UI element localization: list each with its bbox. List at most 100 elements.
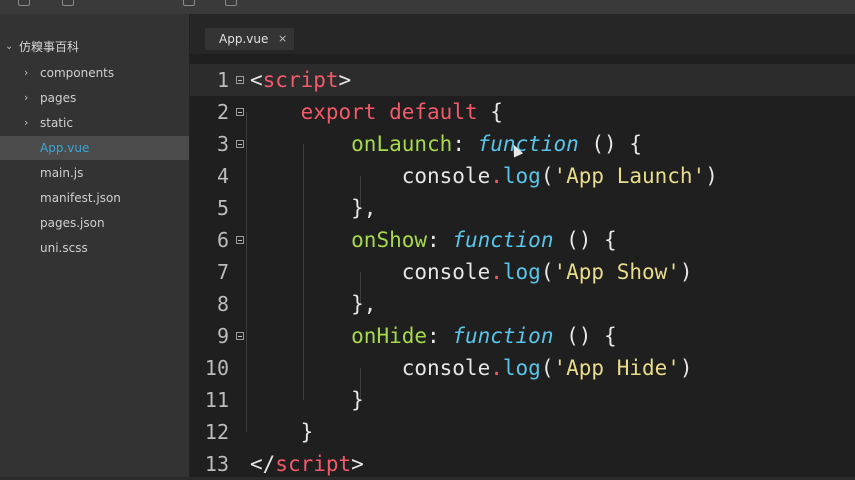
code-editor[interactable]: App.vue × 1 <script> 2 export default {3 o… [190, 14, 855, 477]
code-token: ) [679, 356, 693, 380]
chevron-right-icon[interactable]: › [24, 61, 28, 85]
code-token: () { [578, 132, 642, 156]
line-number: 8 [216, 292, 229, 316]
tree-item-label: main.js [40, 166, 84, 180]
code-token: { [477, 100, 503, 124]
code-line[interactable]: 13 </script> [190, 448, 855, 480]
fold-toggle-icon[interactable] [236, 140, 244, 148]
code-token: script [275, 452, 352, 476]
folder-item[interactable]: › components [0, 61, 189, 85]
fold-toggle-icon[interactable] [236, 236, 244, 244]
code-text: } [250, 416, 314, 448]
toolbar-icon[interactable] [183, 0, 195, 6]
fold-toggle-icon[interactable] [236, 76, 244, 84]
tree-item-label: manifest.json [40, 191, 121, 205]
code-token: export [300, 100, 377, 124]
code-token: function [477, 132, 579, 156]
project-root[interactable]: ⌄ 仿糗事百科 [0, 36, 189, 58]
code-token: ( [540, 260, 554, 284]
code-line[interactable]: 2 export default { [190, 96, 855, 128]
code-line[interactable]: 6 onShow: function () { [190, 224, 855, 256]
code-token: console [401, 164, 491, 188]
code-line[interactable]: 8 }, [190, 288, 855, 320]
code-text: }, [250, 288, 376, 320]
file-item[interactable]: manifest.json [0, 186, 189, 210]
folder-item[interactable]: › pages [0, 86, 189, 110]
file-item[interactable]: uni.scss [0, 236, 189, 260]
code-token: . [490, 164, 503, 188]
line-number: 13 [204, 452, 229, 476]
code-token: console [401, 260, 491, 284]
fold-toggle-icon[interactable] [236, 332, 244, 340]
code-token: 'App Launch' [553, 164, 706, 188]
chevron-right-icon[interactable]: › [24, 111, 28, 135]
code-text: console.log('App Launch') [250, 160, 718, 192]
file-item[interactable]: App.vue [0, 136, 189, 160]
code-token: ) [705, 164, 718, 188]
toolbar-icon[interactable] [225, 0, 237, 6]
code-token: default [389, 100, 478, 124]
close-icon[interactable]: × [278, 28, 287, 50]
code-token: ) [679, 260, 693, 284]
code-token: . [490, 356, 503, 380]
tree-item-label: components [40, 66, 115, 80]
file-item[interactable]: pages.json [0, 211, 189, 235]
code-line[interactable]: 7 console.log('App Show') [190, 256, 855, 288]
tree-item-label: uni.scss [40, 241, 88, 255]
chevron-right-icon[interactable]: › [24, 86, 28, 110]
code-line[interactable]: 3 onLaunch: function () { [190, 128, 855, 160]
code-line[interactable]: 1 <script> [190, 64, 855, 96]
line-number: 5 [216, 196, 229, 220]
tree-item-label: App.vue [40, 141, 90, 155]
line-number: 7 [216, 260, 229, 284]
code-line[interactable]: 10 console.log('App Hide') [190, 352, 855, 384]
code-token: </ [250, 452, 276, 476]
tab-strip: App.vue × [190, 14, 855, 54]
code-text: <script> [250, 64, 351, 96]
chevron-down-icon[interactable]: ⌄ [5, 36, 13, 58]
fold-toggle-icon[interactable] [236, 108, 244, 116]
code-token: }, [351, 292, 377, 316]
tree-item-label: pages [40, 91, 77, 105]
code-token: ( [540, 164, 554, 188]
line-number: 6 [216, 228, 229, 252]
line-number: 4 [216, 164, 229, 188]
code-token: script [262, 68, 339, 92]
code-line[interactable]: 11 } [190, 384, 855, 416]
code-token: } [351, 388, 364, 412]
code-text: }, [250, 192, 376, 224]
code-token: () { [553, 324, 617, 348]
folder-item[interactable]: › static [0, 111, 189, 135]
line-number: 9 [216, 324, 229, 348]
code-line[interactable]: 12 } [190, 416, 855, 448]
code-token: . [490, 260, 503, 284]
code-area[interactable]: 1 <script> 2 export default {3 onLaunch: f… [190, 64, 855, 477]
code-token: () { [553, 228, 617, 252]
code-text: console.log('App Hide') [250, 352, 693, 384]
line-number: 1 [216, 68, 229, 92]
code-line[interactable]: 4 console.log('App Launch') [190, 160, 855, 192]
code-text: export default { [250, 96, 503, 128]
code-token: onHide [351, 324, 428, 348]
line-number: 10 [204, 356, 229, 380]
toolbar-icon[interactable] [62, 0, 74, 6]
file-item[interactable]: main.js [0, 161, 189, 185]
code-line[interactable]: 5 }, [190, 192, 855, 224]
tab-app-vue[interactable]: App.vue × [205, 28, 294, 50]
code-line[interactable]: 9 onHide: function () { [190, 320, 855, 352]
code-token: : [427, 228, 453, 252]
code-token: onShow [351, 228, 428, 252]
line-number: 2 [216, 100, 229, 124]
line-number: 12 [204, 420, 229, 444]
line-number: 3 [216, 132, 229, 156]
code-text: </script> [250, 448, 364, 480]
toolbar-icon[interactable] [18, 0, 30, 6]
code-text: onShow: function () { [250, 224, 617, 256]
